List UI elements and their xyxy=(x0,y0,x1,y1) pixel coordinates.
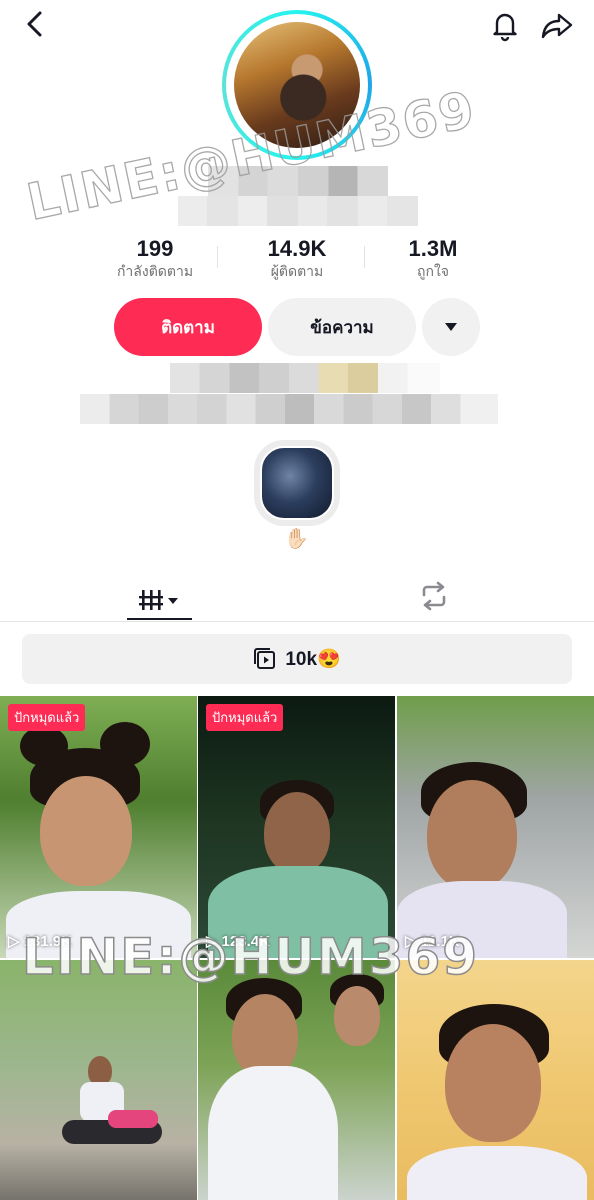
playlist-icon xyxy=(254,648,276,669)
highlight-thumbnail xyxy=(260,446,334,520)
panda-ear xyxy=(20,726,68,766)
pinned-badge: ปักหมุดแล้ว xyxy=(206,704,284,731)
stat-divider xyxy=(217,246,218,268)
share-button[interactable] xyxy=(540,8,574,42)
panda-ear xyxy=(100,722,150,766)
share-arrow-icon xyxy=(541,13,573,39)
stat-likes-label: ถูกใจ xyxy=(417,264,449,280)
profile-stats: 199 กำลังติดตาม 14.9K ผู้ติดตาม 1.3M ถูก… xyxy=(100,236,494,284)
stat-likes-value: 1.3M xyxy=(408,236,458,261)
video-thumbnail[interactable]: ปักหมุดแล้ว ▷ 131.9K xyxy=(0,696,197,958)
stat-followers[interactable]: 14.9K ผู้ติดตาม xyxy=(242,236,352,282)
tab-videos[interactable] xyxy=(128,580,192,620)
follow-button[interactable]: ติดตาม xyxy=(114,298,262,356)
pinned-badge: ปักหมุดแล้ว xyxy=(8,704,86,731)
watermark-text: LINE:@HUM369 xyxy=(21,927,480,987)
highlight-caption: ✋🏻 xyxy=(284,526,309,550)
video-thumbnail[interactable]: ปักหมุดแล้ว ▷ 123.4K xyxy=(198,696,395,958)
bio-line-blurred xyxy=(80,394,498,424)
playlist-button[interactable]: 10k😍 xyxy=(22,634,572,684)
stat-followers-label: ผู้ติดตาม xyxy=(270,264,324,280)
bell-icon xyxy=(493,13,517,42)
profile-tabs xyxy=(0,570,594,622)
notification-button[interactable] xyxy=(488,8,522,42)
more-dropdown-button[interactable] xyxy=(422,298,480,356)
playlist-label: 10k😍 xyxy=(285,649,341,670)
stat-following[interactable]: 199 กำลังติดตาม xyxy=(100,236,210,282)
stat-following-value: 199 xyxy=(136,236,174,261)
stat-followers-value: 14.9K xyxy=(267,236,327,261)
username-blurred xyxy=(178,196,418,226)
play-icon: ▷ xyxy=(8,933,20,950)
stat-divider xyxy=(364,246,365,268)
chevron-left-icon xyxy=(27,11,42,37)
video-thumbnail[interactable] xyxy=(0,960,197,1200)
message-button[interactable]: ข้อความ xyxy=(268,298,416,356)
stat-likes[interactable]: 1.3M ถูกใจ xyxy=(378,236,488,282)
caret-down-icon xyxy=(445,323,457,331)
grid-icon xyxy=(139,590,178,610)
bio-line-blurred xyxy=(170,363,440,393)
back-button[interactable] xyxy=(20,8,52,40)
video-thumbnail[interactable] xyxy=(198,960,395,1200)
story-highlight[interactable] xyxy=(254,440,340,526)
repost-icon xyxy=(422,581,446,611)
video-thumbnail[interactable]: ▷ 11.1K xyxy=(397,696,594,958)
stat-following-label: กำลังติดตาม xyxy=(116,264,194,280)
active-tab-indicator xyxy=(127,618,192,620)
video-thumbnail[interactable] xyxy=(397,960,594,1200)
tab-reposts[interactable] xyxy=(414,578,454,614)
